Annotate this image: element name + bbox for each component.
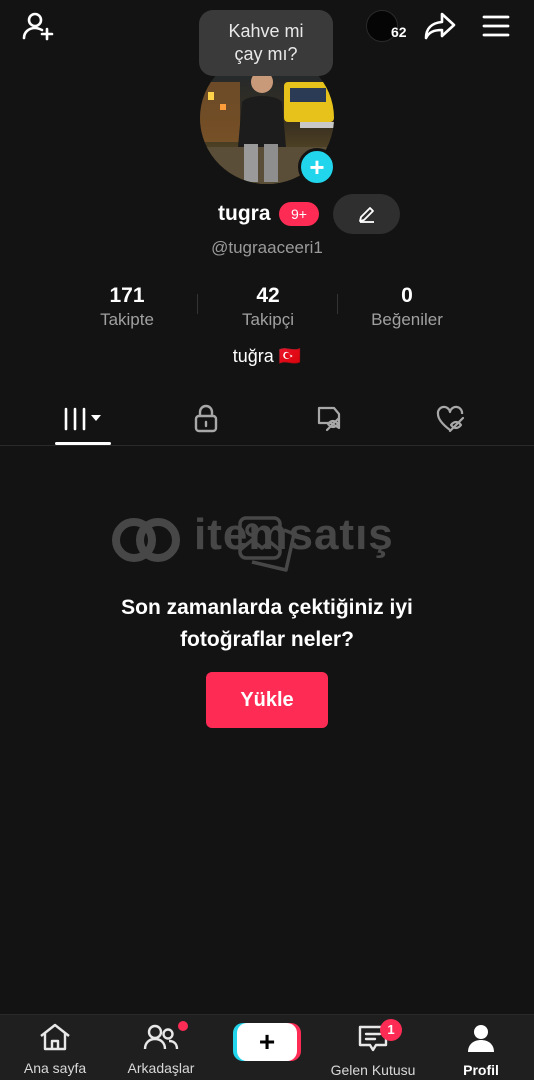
profile-icon <box>468 1025 494 1052</box>
nav-label: Arkadaşlar <box>127 1060 195 1076</box>
bottom-nav: Ana sayfa Arkadaşlar + Gelen Kutusu 1 Pr… <box>0 1014 534 1080</box>
tab-tagged[interactable] <box>298 398 360 440</box>
tab-videos[interactable] <box>52 398 114 440</box>
stat-label: Takipçi <box>242 310 294 329</box>
profile-stats: 171 Takipte 42 Takipçi 0 Beğeniler <box>0 284 534 334</box>
profile-name-row: tugra 9+ <box>0 194 534 234</box>
nav-label: Gelen Kutusu <box>330 1062 416 1078</box>
stat-value: 42 <box>256 284 280 307</box>
stat-divider <box>197 294 198 314</box>
nav-profile[interactable]: Profil <box>426 1023 534 1078</box>
liked-heart-icon <box>436 405 465 433</box>
profile-username: tugra <box>218 202 271 225</box>
stat-value: 0 <box>401 284 413 307</box>
coins-badge[interactable]: 62 <box>366 8 414 44</box>
nav-label: Profil <box>463 1062 499 1078</box>
friends-notification-dot <box>178 1021 188 1031</box>
watermark: itemsatış <box>110 510 430 580</box>
stat-label: Beğeniler <box>371 310 443 329</box>
stat-value: 171 <box>109 284 145 307</box>
menu-icon[interactable] <box>476 6 516 46</box>
coin-count: 62 <box>391 24 407 40</box>
stat-divider <box>337 294 338 314</box>
inbox-badge: 1 <box>380 1019 402 1041</box>
stat-likes[interactable]: 0 Beğeniler <box>357 284 457 330</box>
create-button[interactable]: + <box>237 1023 297 1061</box>
nav-friends[interactable]: Arkadaşlar <box>106 1023 216 1076</box>
lock-icon <box>194 404 218 433</box>
profile-handle: @tugraaceeri1 <box>211 238 323 257</box>
add-avatar-plus-icon[interactable]: + <box>298 148 336 186</box>
pencil-icon <box>358 207 374 223</box>
hidden-tag-icon <box>317 406 341 432</box>
profile-bio: tuğra 🇹🇷 <box>232 346 302 366</box>
home-icon <box>40 1023 70 1051</box>
friends-icon <box>143 1024 179 1050</box>
nav-home[interactable]: Ana sayfa <box>0 1023 110 1076</box>
tab-liked[interactable] <box>420 398 482 440</box>
photo-icon <box>238 516 296 572</box>
stat-label: Takipte <box>100 310 154 329</box>
add-friend-icon[interactable] <box>18 6 58 46</box>
nav-inbox[interactable]: Gelen Kutusu <box>318 1023 428 1078</box>
content-tabs <box>0 392 534 446</box>
share-icon[interactable] <box>420 6 460 46</box>
edit-profile-button[interactable] <box>333 194 400 234</box>
status-bubble[interactable]: Kahve mi çay mı? <box>199 10 333 76</box>
plus-icon: + <box>258 1026 276 1057</box>
upload-button[interactable]: Yükle <box>206 672 328 728</box>
notification-pill[interactable]: 9+ <box>279 202 319 226</box>
nav-label: Ana sayfa <box>23 1060 87 1076</box>
grid-icon <box>64 407 101 431</box>
empty-state-title: Son zamanlarda çektiğiniz iyi fotoğrafla… <box>121 596 413 651</box>
active-tab-indicator <box>55 442 111 445</box>
stat-following[interactable]: 171 Takipte <box>77 284 177 330</box>
stat-followers[interactable]: 42 Takipçi <box>218 284 318 330</box>
tab-private[interactable] <box>175 398 237 440</box>
